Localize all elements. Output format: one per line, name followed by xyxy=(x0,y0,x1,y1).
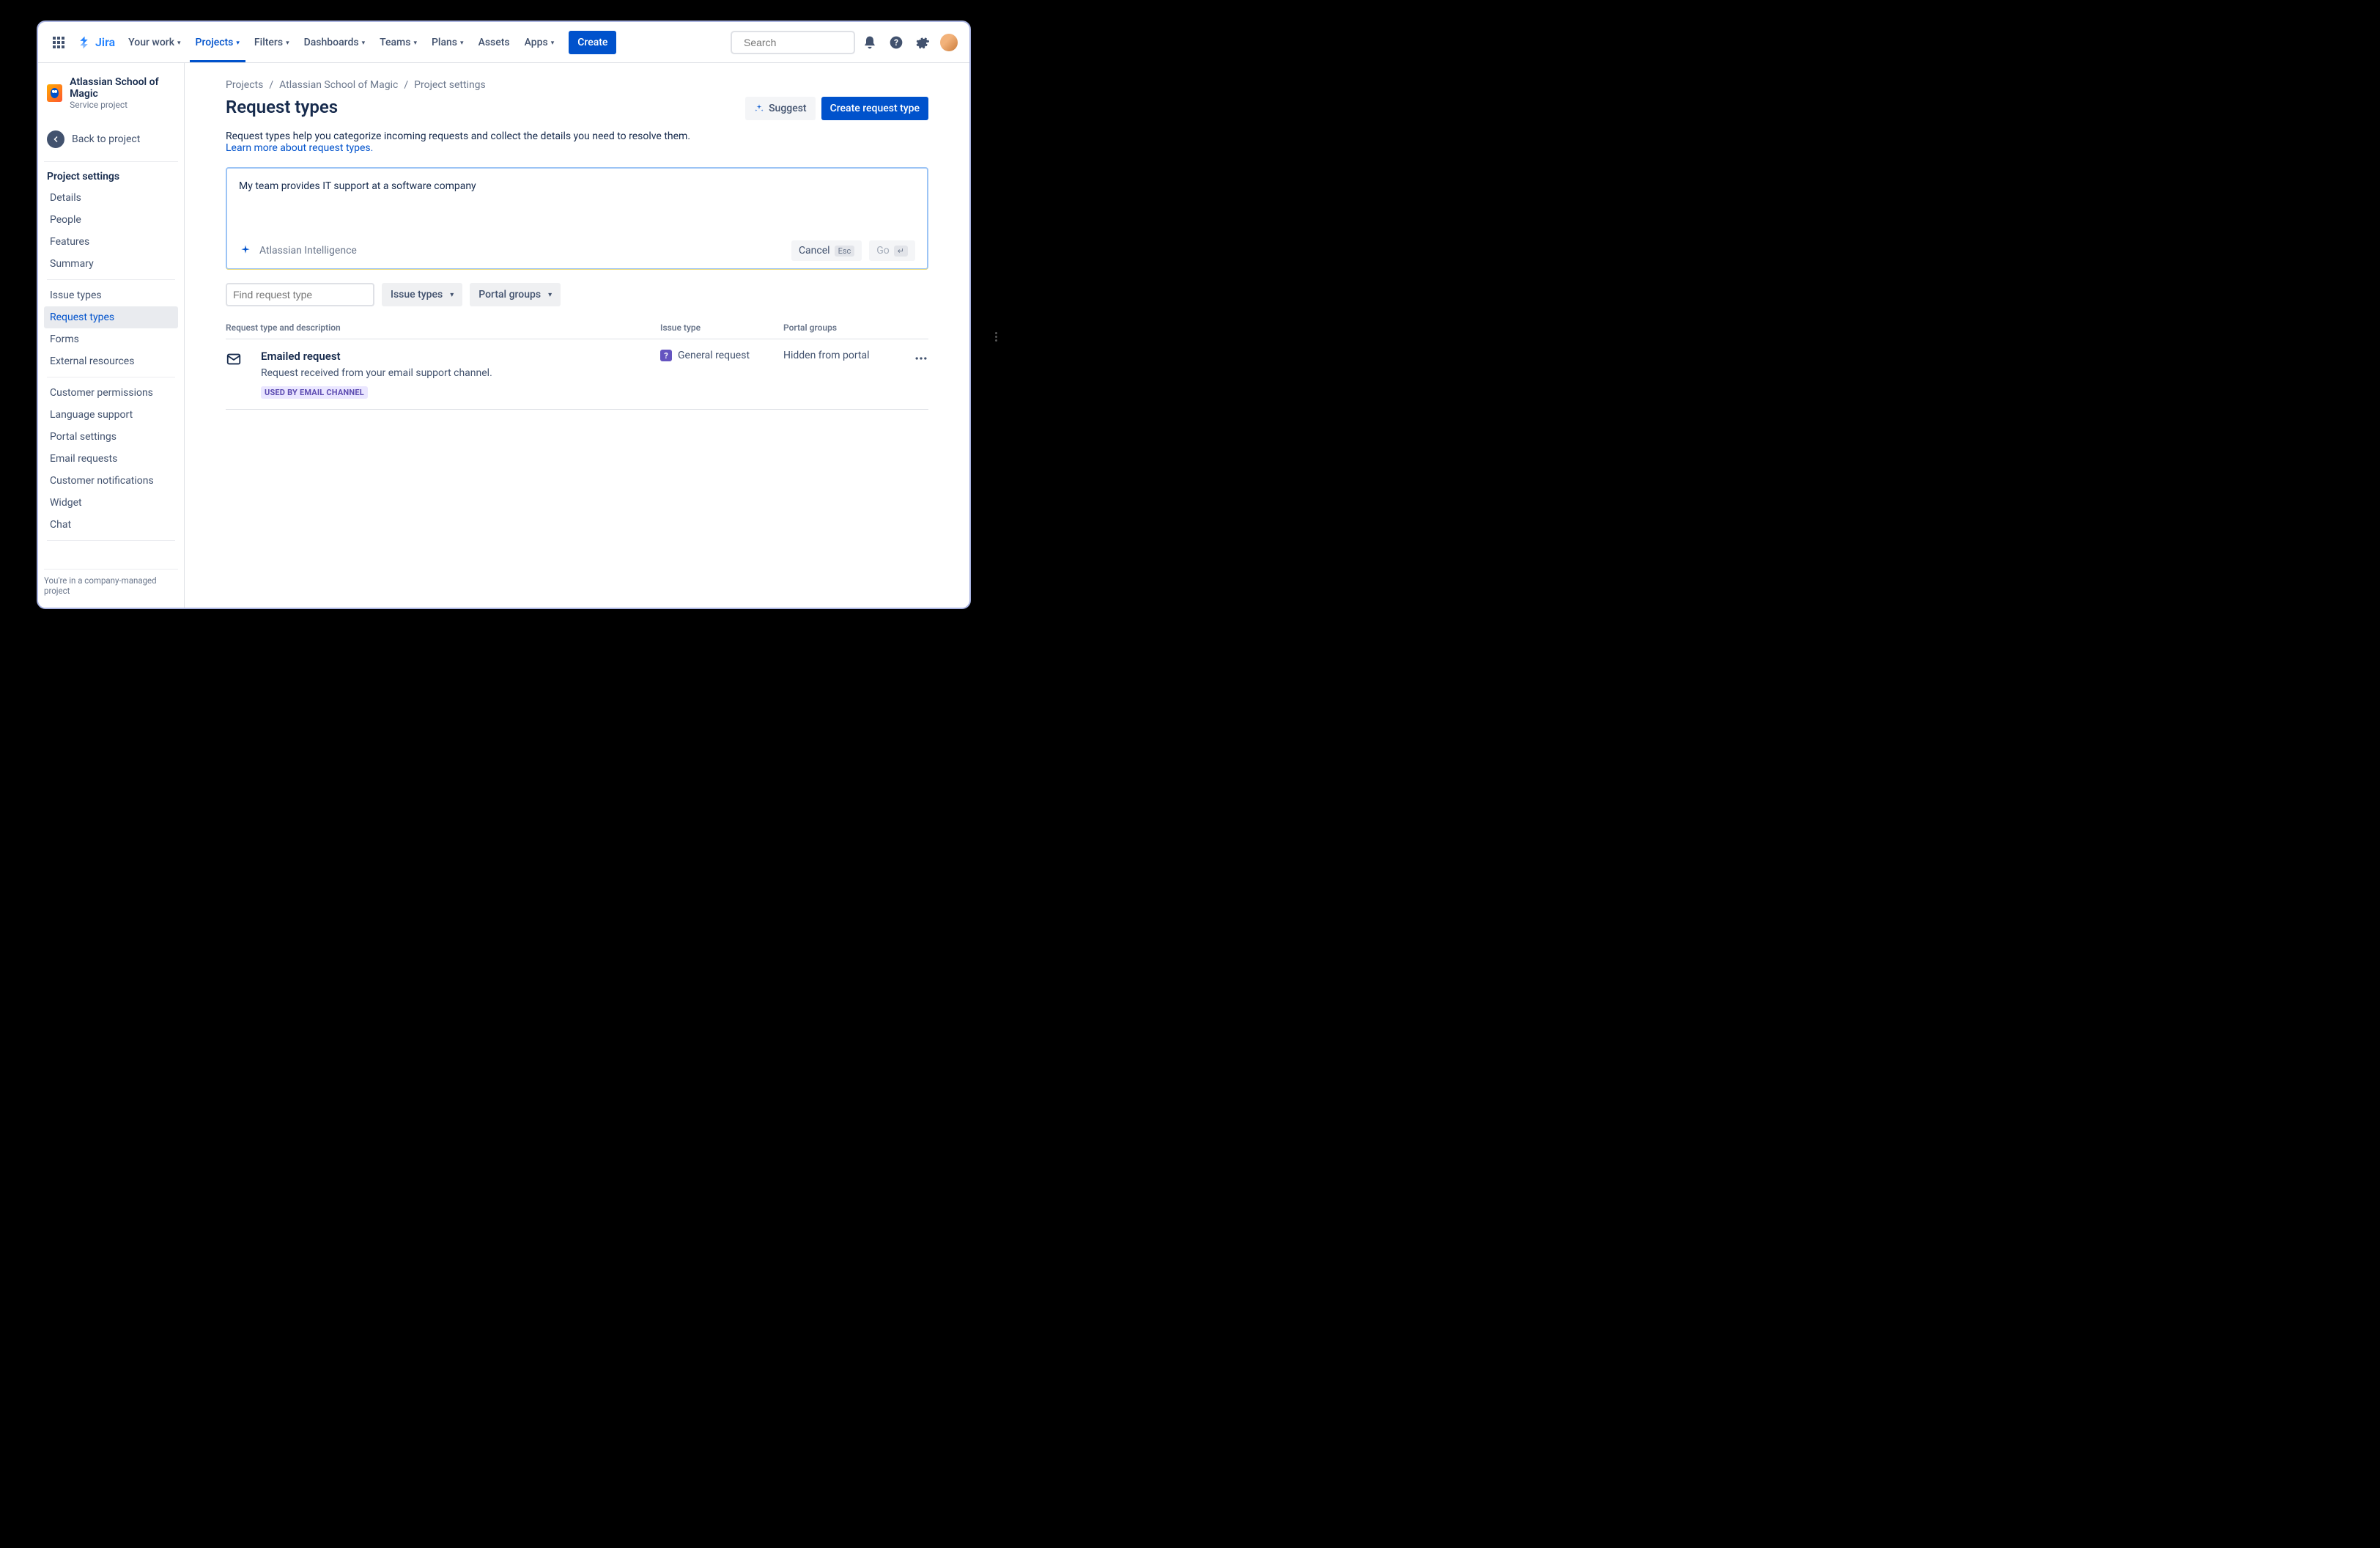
nav-your-work[interactable]: Your work▾ xyxy=(122,22,186,62)
sidebar-item-portal-settings[interactable]: Portal settings xyxy=(44,426,178,448)
chevron-down-icon: ▾ xyxy=(177,40,181,47)
jira-logo[interactable]: Jira xyxy=(73,35,119,50)
sidebar-item-issue-types[interactable]: Issue types xyxy=(44,284,178,306)
kbd-esc: Esc xyxy=(835,246,855,257)
nav-assets[interactable]: Assets xyxy=(473,22,516,62)
breadcrumb-project[interactable]: Atlassian School of Magic xyxy=(279,79,398,91)
create-button[interactable]: Create xyxy=(569,31,616,54)
top-navigation: Jira Your work▾ Projects▾ Filters▾ Dashb… xyxy=(38,22,969,63)
learn-more-link[interactable]: Learn more about request types. xyxy=(226,142,373,154)
table-row[interactable]: Emailed request Request received from yo… xyxy=(226,339,928,410)
project-type: Service project xyxy=(70,100,175,110)
issue-type-icon: ? xyxy=(660,350,672,361)
sidebar-item-request-types[interactable]: Request types xyxy=(44,306,178,328)
issue-types-filter[interactable]: Issue types ▾ xyxy=(382,283,462,306)
sidebar-item-language-support[interactable]: Language support xyxy=(44,404,178,426)
ai-input[interactable]: My team provides IT support at a softwar… xyxy=(239,180,915,232)
page-title: Request types xyxy=(226,97,338,117)
more-icon xyxy=(914,351,928,366)
ai-go-button[interactable]: Go ↵ xyxy=(869,240,915,261)
col-portal-groups: Portal groups xyxy=(783,322,893,333)
chevron-down-icon: ▾ xyxy=(286,40,289,47)
chevron-down-icon: ▾ xyxy=(551,40,555,47)
sidebar-item-summary[interactable]: Summary xyxy=(44,253,178,275)
nav-dashboards[interactable]: Dashboards▾ xyxy=(298,22,371,62)
sidebar-item-widget[interactable]: Widget xyxy=(44,492,178,514)
col-issue-type: Issue type xyxy=(660,322,777,333)
nav-plans[interactable]: Plans▾ xyxy=(426,22,470,62)
find-input[interactable] xyxy=(233,289,366,301)
row-description: Request received from your email support… xyxy=(261,367,654,379)
settings-icon[interactable] xyxy=(911,31,934,54)
settings-heading: Project settings xyxy=(44,161,178,187)
sidebar-item-forms[interactable]: Forms xyxy=(44,328,178,350)
row-more-actions[interactable] xyxy=(899,350,928,366)
email-icon xyxy=(226,350,255,367)
sidebar-item-features[interactable]: Features xyxy=(44,231,178,253)
project-sidebar: Atlassian School of Magic Service projec… xyxy=(38,63,185,608)
notifications-icon[interactable] xyxy=(858,31,882,54)
chevron-down-icon: ▾ xyxy=(236,40,240,47)
request-types-table: Request type and description Issue type … xyxy=(226,322,928,410)
row-lozenge: USED BY EMAIL CHANNEL xyxy=(261,386,368,399)
logo-text: Jira xyxy=(95,35,115,49)
breadcrumb-projects[interactable]: Projects xyxy=(226,79,263,91)
ai-suggest-box: My team provides IT support at a softwar… xyxy=(226,167,928,270)
create-request-type-button[interactable]: Create request type xyxy=(821,97,928,120)
sidebar-item-customer-notifications[interactable]: Customer notifications xyxy=(44,470,178,492)
back-to-project[interactable]: Back to project xyxy=(44,123,178,155)
chevron-down-icon: ▾ xyxy=(450,291,454,299)
chevron-down-icon: ▾ xyxy=(413,40,417,47)
sidebar-item-chat[interactable]: Chat xyxy=(44,514,178,536)
search-input[interactable] xyxy=(744,37,876,48)
sidebar-item-people[interactable]: People xyxy=(44,209,178,231)
project-name: Atlassian School of Magic xyxy=(70,76,175,100)
project-header[interactable]: Atlassian School of Magic Service projec… xyxy=(44,76,178,119)
help-icon[interactable]: ? xyxy=(884,31,908,54)
kbd-enter: ↵ xyxy=(894,246,908,257)
find-request-type[interactable] xyxy=(226,283,374,306)
suggest-button[interactable]: Suggest xyxy=(745,97,816,120)
sidebar-item-customer-permissions[interactable]: Customer permissions xyxy=(44,382,178,404)
app-switcher-icon[interactable] xyxy=(47,31,70,54)
arrow-left-icon xyxy=(47,130,64,148)
sidebar-item-external-resources[interactable]: External resources xyxy=(44,350,178,372)
row-issue-type: General request xyxy=(678,350,750,361)
svg-text:?: ? xyxy=(894,37,898,48)
ai-cancel-button[interactable]: Cancel Esc xyxy=(791,240,862,261)
sidebar-item-details[interactable]: Details xyxy=(44,187,178,209)
breadcrumb-settings[interactable]: Project settings xyxy=(414,79,486,91)
page-description: Request types help you categorize incomi… xyxy=(226,130,928,154)
main-content: Projects / Atlassian School of Magic / P… xyxy=(185,63,969,608)
nav-projects[interactable]: Projects▾ xyxy=(190,22,245,62)
col-request-type: Request type and description xyxy=(226,322,654,333)
sidebar-item-email-requests[interactable]: Email requests xyxy=(44,448,178,470)
project-avatar-icon xyxy=(47,84,62,102)
ai-sparkle-icon xyxy=(754,103,764,114)
ai-brand-label: Atlassian Intelligence xyxy=(259,245,357,257)
breadcrumbs: Projects / Atlassian School of Magic / P… xyxy=(226,79,928,91)
nav-filters[interactable]: Filters▾ xyxy=(248,22,295,62)
chevron-down-icon: ▾ xyxy=(362,40,366,47)
window-resize-handle[interactable] xyxy=(995,326,999,348)
ai-sparkle-icon xyxy=(239,244,252,257)
row-title: Emailed request xyxy=(261,350,654,363)
row-portal-group: Hidden from portal xyxy=(783,350,893,361)
sidebar-footer: You're in a company-managed project xyxy=(44,569,178,602)
nav-apps[interactable]: Apps▾ xyxy=(519,22,561,62)
chevron-down-icon: ▾ xyxy=(460,40,464,47)
user-avatar[interactable] xyxy=(937,31,961,54)
filters-row: Issue types ▾ Portal groups ▾ xyxy=(226,283,928,306)
portal-groups-filter[interactable]: Portal groups ▾ xyxy=(470,283,561,306)
chevron-down-icon: ▾ xyxy=(548,291,552,299)
global-search[interactable] xyxy=(731,31,855,54)
nav-teams[interactable]: Teams▾ xyxy=(374,22,423,62)
